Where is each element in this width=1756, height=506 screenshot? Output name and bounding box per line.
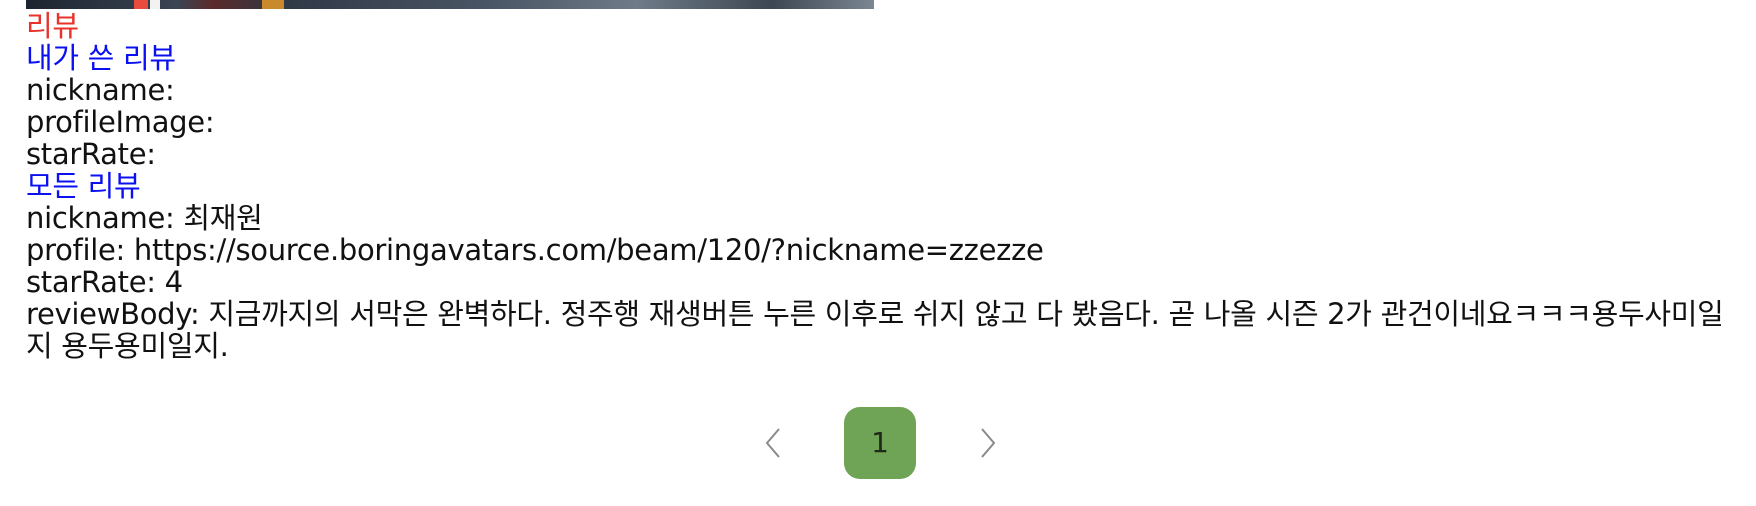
review-section: 리뷰 내가 쓴 리뷰 nickname: profileImage: starR…	[26, 10, 1746, 362]
review-item: nickname: 최재원 profile: https://source.bo…	[26, 202, 1746, 362]
chevron-left-icon[interactable]	[757, 425, 793, 461]
my-review-nickname-label: nickname:	[26, 73, 175, 107]
chevron-right-icon[interactable]	[968, 425, 1004, 461]
review-body: reviewBody: 지금까지의 서막은 완벽하다. 정주행 재생버튼 누른 …	[26, 297, 1724, 363]
my-review-star-rate-label: starRate:	[26, 137, 156, 171]
review-nickname: nickname: 최재원	[26, 201, 263, 235]
all-reviews-heading: 모든 리뷰	[26, 169, 141, 203]
poster-image-bottom-edge	[26, 0, 874, 9]
review-profile: profile: https://source.boringavatars.co…	[26, 233, 1044, 267]
review-star-rate: starRate: 4	[26, 265, 183, 299]
review-section-title: 리뷰	[26, 9, 79, 43]
page-button-1[interactable]: 1	[844, 407, 916, 479]
my-review-profile-image-label: profileImage:	[26, 105, 215, 139]
pagination: 1	[0, 407, 1756, 479]
my-reviews-heading: 내가 쓴 리뷰	[26, 41, 176, 75]
